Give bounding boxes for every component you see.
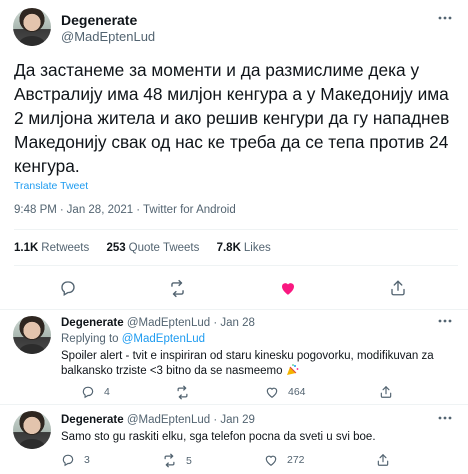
reply-date[interactable]: Jan 28 [220,317,255,329]
reply-header: Degenerate @MadEptenLud · Jan 29 [61,414,255,426]
reply-actions: 4 464 [61,385,421,401]
quotes-stat[interactable]: 253 Quote Tweets [106,242,199,254]
reply-action[interactable]: 3 [61,453,90,467]
reply-date[interactable]: Jan 29 [220,414,255,426]
separator-dot: · [59,204,64,216]
reply-action[interactable]: 4 [81,385,110,399]
retweet-icon [177,385,188,400]
reply-text: Samo sto gu raskiti elku, sga telefon po… [61,431,376,443]
reply-count: 4 [104,386,110,398]
likes-label: Likes [243,242,271,254]
reply-tweet[interactable]: Degenerate @MadEptenLud · Jan 29 Samo st… [0,405,468,474]
retweet-action[interactable]: 5 [162,453,192,468]
likes-count: 7.8K [216,242,241,254]
translate-tweet-link[interactable]: Translate Tweet [14,180,88,192]
share-icon [377,454,389,466]
tweet-text: Да застанеме за моменти и да размислиме … [14,60,450,176]
tweet-actions [0,276,468,300]
reply-text: Spoiler alert - tvit e inspiriran od sta… [61,349,456,379]
share-action[interactable] [376,453,390,467]
divider [14,229,458,230]
share-icon[interactable] [386,276,410,300]
reply-icon[interactable] [56,276,80,300]
replying-to: Replying to @MadEptenLud [61,333,205,345]
retweet-icon[interactable] [165,276,189,300]
reply-icon [62,454,74,467]
handle[interactable]: @MadEptenLud [61,29,155,44]
like-icon [266,387,278,398]
like-count: 464 [288,386,306,398]
like-icon [265,455,277,466]
party-popper-emoji [286,364,299,376]
separator-dot: · [213,317,218,329]
tweet-source[interactable]: Twitter for Android [143,204,236,216]
replying-label: Replying to [61,333,119,345]
display-name[interactable]: Degenerate [61,414,124,426]
like-icon-filled[interactable] [276,276,300,300]
retweets-label: Retweets [41,242,90,254]
share-icon [380,386,392,398]
more-horizontal-icon[interactable] [437,313,453,332]
tweet-time[interactable]: 9:48 PM [14,204,57,216]
quotes-label: Quote Tweets [128,242,200,254]
avatar[interactable] [13,8,51,46]
likes-stat[interactable]: 7.8K Likes [217,242,271,254]
retweets-stat[interactable]: 1.1K Retweets [14,242,89,254]
reply-header: Degenerate @MadEptenLud · Jan 28 [61,317,255,329]
display-name[interactable]: Degenerate [61,12,137,28]
separator-dot: · [136,204,141,216]
tweet-stats: 1.1K Retweets 253 Quote Tweets 7.8K Likes [14,242,285,254]
display-name[interactable]: Degenerate [61,317,124,329]
tweet-meta: 9:48 PM · Jan 28, 2021 · Twitter for Android [14,204,236,216]
divider [14,265,458,266]
avatar[interactable] [13,316,51,354]
like-count: 272 [287,454,305,466]
avatar[interactable] [13,411,51,449]
reply-text-body: Spoiler alert - tvit e inspiriran od sta… [61,350,434,377]
share-action[interactable] [379,385,393,399]
handle[interactable]: @MadEptenLud [127,414,210,426]
tweet-date[interactable]: Jan 28, 2021 [67,204,134,216]
like-action[interactable]: 464 [265,385,306,399]
replying-to-link[interactable]: @MadEptenLud [122,333,205,345]
quotes-count: 253 [106,242,126,254]
like-action[interactable]: 272 [264,453,305,467]
separator-dot: · [213,414,218,426]
retweet-icon [164,453,175,468]
more-horizontal-icon[interactable] [437,410,453,429]
more-horizontal-icon[interactable] [437,10,453,29]
reply-count: 3 [84,454,90,466]
retweet-action[interactable] [175,385,199,400]
reply-icon [82,386,94,399]
retweets-count: 1.1K [14,242,39,254]
reply-tweet[interactable]: Degenerate @MadEptenLud · Jan 28 Replyin… [0,310,468,405]
reply-actions: 3 5 272 [61,453,421,469]
retweet-count: 5 [186,454,192,467]
handle[interactable]: @MadEptenLud [127,317,210,329]
